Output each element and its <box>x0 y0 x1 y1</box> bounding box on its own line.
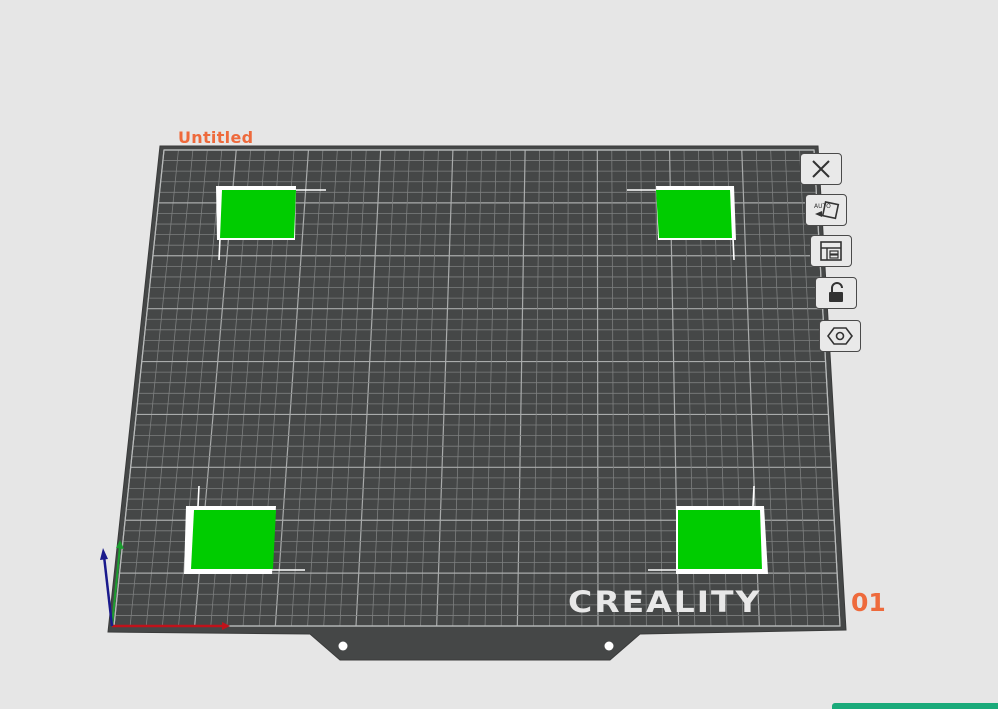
close-icon <box>812 160 830 178</box>
lock-plate-button[interactable] <box>815 277 857 309</box>
auto-orient-icon: AUTO <box>814 200 840 220</box>
object-body[interactable] <box>220 190 296 238</box>
hexagon-gear-icon <box>827 327 853 345</box>
unlock-icon <box>829 282 843 302</box>
plate-number: 01 <box>851 588 886 617</box>
bounding-box-corner <box>752 485 755 507</box>
viewport-3d[interactable]: Untitled CREALITY 01 AUTO <box>0 0 998 709</box>
auto-arrange-button[interactable]: AUTO <box>805 194 847 226</box>
object-body[interactable] <box>656 190 732 238</box>
arrange-button[interactable] <box>810 235 852 267</box>
bottom-right-panel-edge <box>832 703 998 709</box>
layout-icon <box>820 241 842 261</box>
plate-title[interactable]: Untitled <box>178 128 253 147</box>
bounding-box-corner <box>197 485 200 507</box>
plate-settings-button[interactable] <box>819 320 861 352</box>
plate-brand-logo: CREALITY <box>568 583 762 620</box>
bounding-box-corner <box>732 237 735 261</box>
delete-plate-button[interactable] <box>800 153 842 185</box>
build-plate-scene[interactable] <box>0 0 998 707</box>
mount-hole-right <box>604 641 614 651</box>
svg-text:AUTO: AUTO <box>814 203 831 210</box>
object-body[interactable] <box>191 510 276 569</box>
object-body[interactable] <box>678 510 762 569</box>
bounding-box-corner <box>218 237 221 261</box>
mount-hole-left <box>338 641 348 651</box>
